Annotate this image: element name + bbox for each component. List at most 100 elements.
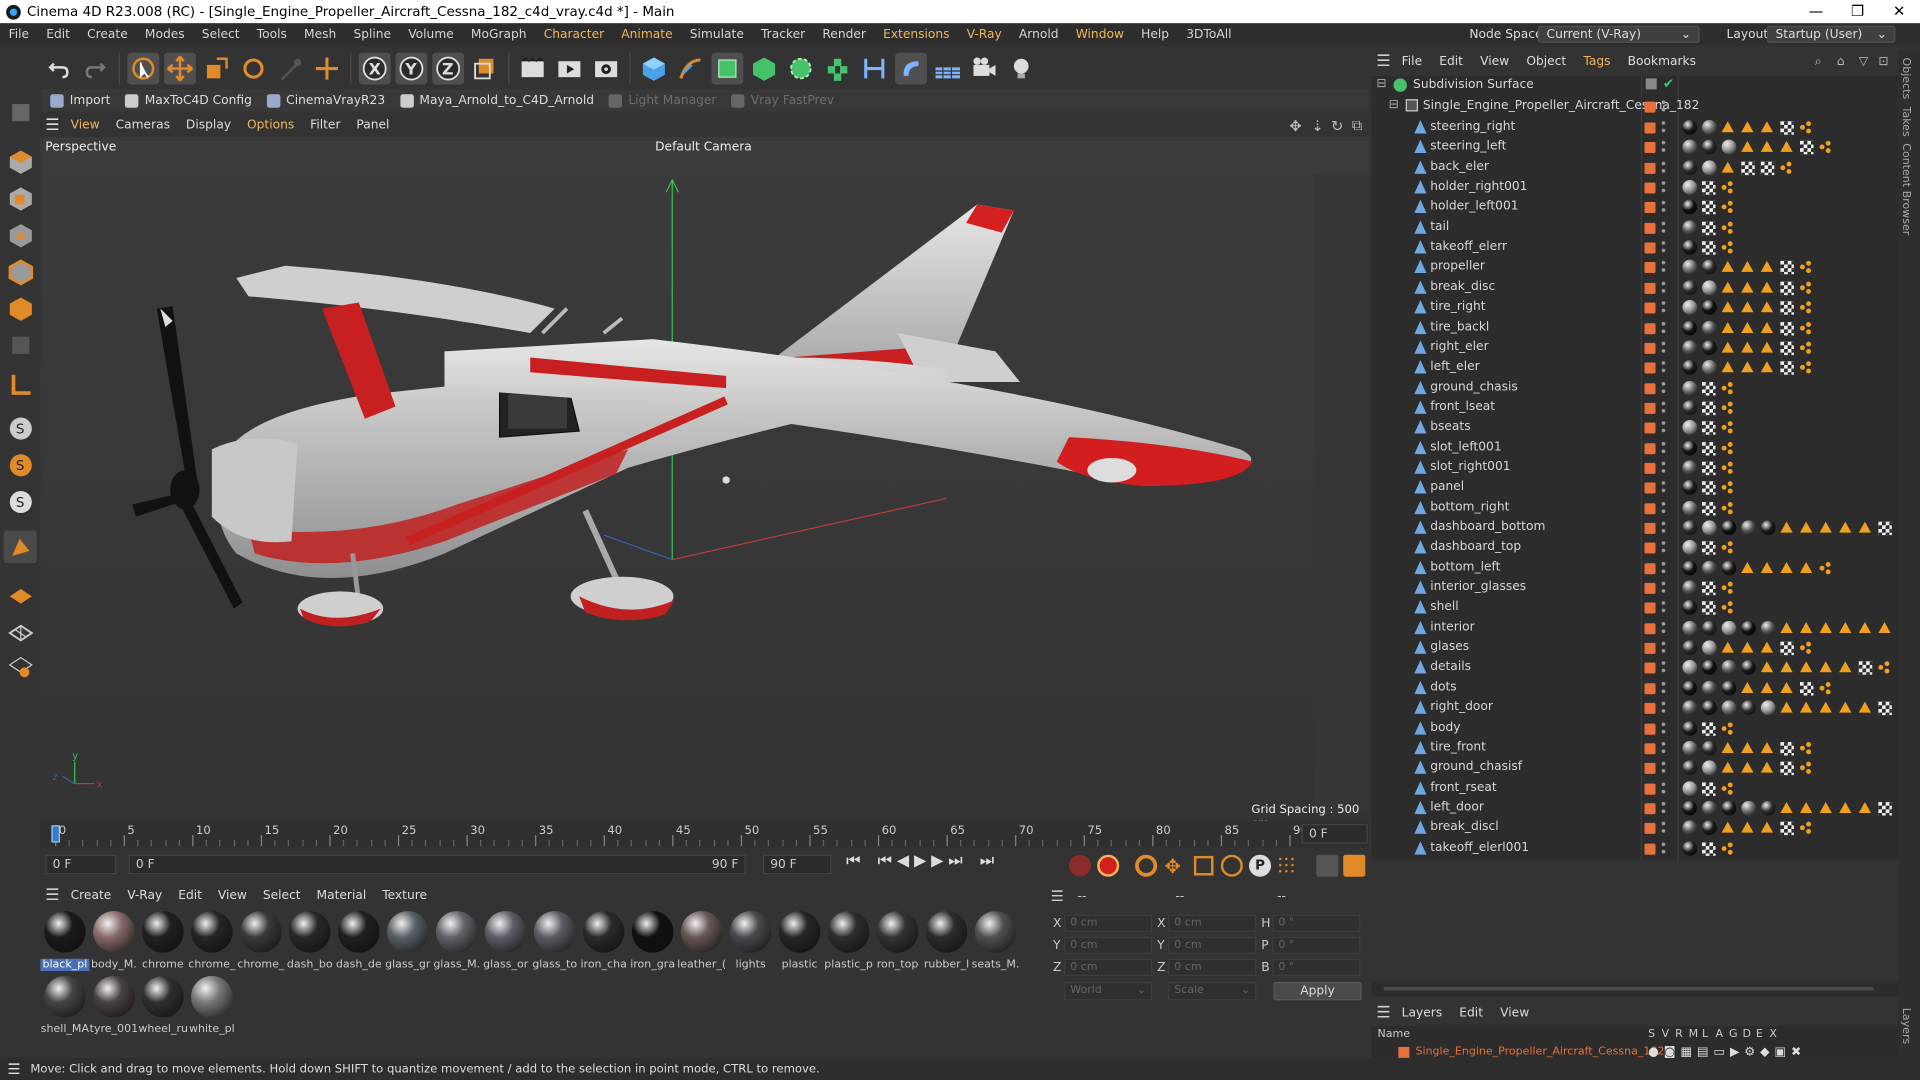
visibility-dots-icon[interactable] <box>1661 661 1666 673</box>
material-tag-icon[interactable] <box>1702 520 1717 536</box>
material-menu-texture[interactable]: Texture <box>382 888 427 901</box>
workplane-icon[interactable] <box>4 576 37 609</box>
texture-tag-icon[interactable] <box>1721 121 1734 133</box>
material-tag-icon[interactable] <box>1682 220 1698 235</box>
texture-tag-icon[interactable] <box>1800 561 1813 573</box>
y-position-field[interactable]: 0 cm <box>1064 936 1153 954</box>
object-row-interior[interactable]: interior <box>1371 618 1898 638</box>
material-tag-icon[interactable] <box>1682 400 1698 415</box>
object-row-back-eler[interactable]: back_eler <box>1371 158 1898 178</box>
object-row-glases[interactable]: glases <box>1371 638 1898 658</box>
texture-tag-icon[interactable] <box>1741 681 1754 693</box>
visibility-dots-icon[interactable] <box>1661 721 1666 733</box>
uvw-tag-icon[interactable] <box>1780 821 1794 836</box>
material-tag-icon[interactable] <box>1682 440 1698 456</box>
end-frame-field[interactable]: 90 F <box>762 854 832 875</box>
snap-settings-icon[interactable]: S <box>4 448 37 481</box>
material-tag-icon[interactable] <box>1721 800 1737 816</box>
previous-key-icon[interactable]: ⏮ <box>878 852 892 870</box>
material-tag-icon[interactable] <box>1702 280 1717 295</box>
material-swatch[interactable]: chrome <box>138 909 187 971</box>
keyframe-selection-icon[interactable] <box>1135 854 1158 877</box>
texture-tag-icon[interactable] <box>1780 701 1793 713</box>
material-tag-icon[interactable] <box>1682 140 1698 155</box>
material-tag-icon[interactable] <box>1682 560 1698 576</box>
object-row-break-discl[interactable]: break_discl <box>1371 818 1898 838</box>
material-tag-icon[interactable] <box>1682 740 1698 756</box>
material-tag-icon[interactable] <box>1682 820 1698 836</box>
texture-tag-icon[interactable] <box>1760 661 1774 673</box>
material-tag-icon[interactable] <box>1702 680 1717 696</box>
material-tag-icon[interactable] <box>1682 180 1698 195</box>
uvw-tag-icon[interactable] <box>1702 401 1716 415</box>
visibility-dots-icon[interactable] <box>1661 301 1666 313</box>
material-tag-icon[interactable] <box>1682 520 1698 536</box>
close-button[interactable]: ✕ <box>1878 0 1920 23</box>
texture-tag-icon[interactable] <box>1839 661 1852 673</box>
viewport-rotate-icon[interactable]: ↻ <box>1331 117 1343 134</box>
uvw-tag-icon[interactable] <box>1702 721 1716 736</box>
material-tag-icon[interactable] <box>1682 800 1698 816</box>
material-swatch[interactable]: glass_M. <box>432 909 481 971</box>
uvw-tag-icon[interactable] <box>1780 321 1794 335</box>
material-tag-icon[interactable] <box>1741 520 1756 536</box>
material-swatch[interactable]: seats_M. <box>971 909 1020 971</box>
texture-tag-icon[interactable] <box>1721 321 1734 333</box>
selection-tag-icon[interactable] <box>1721 441 1734 454</box>
z-axis-lock-icon[interactable]: Z <box>432 52 465 85</box>
texture-tag-icon[interactable] <box>1800 621 1813 633</box>
record-key-icon[interactable] <box>1068 854 1092 877</box>
uvw-tag-icon[interactable] <box>1780 261 1794 275</box>
texture-tag-icon[interactable] <box>1721 361 1734 373</box>
visibility-dots-icon[interactable] <box>1661 521 1666 533</box>
hamburger-menu-icon[interactable]: ☰ <box>1376 1003 1390 1021</box>
visibility-dots-icon[interactable] <box>1661 141 1666 153</box>
texture-tag-icon[interactable] <box>1760 361 1774 373</box>
material-swatch[interactable]: leather_( <box>677 909 726 971</box>
texture-tag-icon[interactable] <box>1760 821 1774 833</box>
uvw-tag-icon[interactable] <box>1780 641 1794 656</box>
material-tag-icon[interactable] <box>1702 660 1717 676</box>
material-swatch[interactable]: rubber_l <box>922 909 971 971</box>
material-tag-icon[interactable] <box>1682 540 1698 556</box>
visibility-dots-icon[interactable] <box>1661 201 1666 213</box>
uvw-tag-icon[interactable] <box>1878 801 1892 816</box>
texture-tag-icon[interactable] <box>1741 121 1754 133</box>
object-row-left-eler[interactable]: left_eler <box>1371 358 1898 378</box>
visibility-dots-icon[interactable] <box>1661 281 1666 293</box>
uvw-tag-icon[interactable] <box>1741 161 1755 175</box>
selection-tag-icon[interactable] <box>1800 121 1812 133</box>
selection-tag-icon[interactable] <box>1721 201 1734 213</box>
material-tag-icon[interactable] <box>1741 800 1756 816</box>
texture-tag-icon[interactable] <box>1760 281 1774 293</box>
material-tag-icon[interactable] <box>1760 520 1776 536</box>
render-picture-viewer-icon[interactable] <box>553 53 585 85</box>
3d-viewport[interactable]: y x z Perspective Default Camera Grid Sp… <box>40 137 1369 821</box>
material-swatch[interactable]: lights <box>726 909 775 971</box>
apply-button[interactable]: Apply <box>1273 982 1362 1001</box>
material-tag-icon[interactable] <box>1721 560 1737 576</box>
undo-icon[interactable] <box>43 53 75 85</box>
material-tag-icon[interactable] <box>1721 520 1737 536</box>
tab-layers[interactable]: Layers <box>1899 1008 1911 1044</box>
p-rotation-field[interactable]: 0 ° <box>1272 936 1361 954</box>
material-swatch[interactable]: plastic <box>775 909 824 971</box>
field-icon[interactable] <box>895 52 927 85</box>
material-tag-icon[interactable] <box>1702 560 1717 576</box>
material-tag-icon[interactable] <box>1682 260 1698 275</box>
material-tag-icon[interactable] <box>1682 640 1698 656</box>
material-tag-icon[interactable] <box>1702 700 1717 716</box>
material-tag-icon[interactable] <box>1702 160 1717 175</box>
tab-objects[interactable]: Objects <box>1899 58 1911 100</box>
hamburger-menu-icon[interactable]: ☰ <box>1051 888 1064 905</box>
visibility-dots-icon[interactable] <box>1661 581 1666 593</box>
selection-tag-icon[interactable] <box>1780 161 1792 173</box>
hamburger-menu-icon[interactable]: ☰ <box>45 116 59 134</box>
selection-tag-icon[interactable] <box>1819 681 1832 694</box>
texture-tag-icon[interactable] <box>1839 521 1852 533</box>
menu-modes[interactable]: Modes <box>136 28 193 41</box>
pla-key-icon[interactable] <box>1277 855 1297 876</box>
object-list-horizontal-scrollbar[interactable] <box>1371 982 1898 997</box>
selection-tag-icon[interactable] <box>1721 381 1734 393</box>
object-row-tire-backl[interactable]: tire_backl <box>1371 318 1898 338</box>
